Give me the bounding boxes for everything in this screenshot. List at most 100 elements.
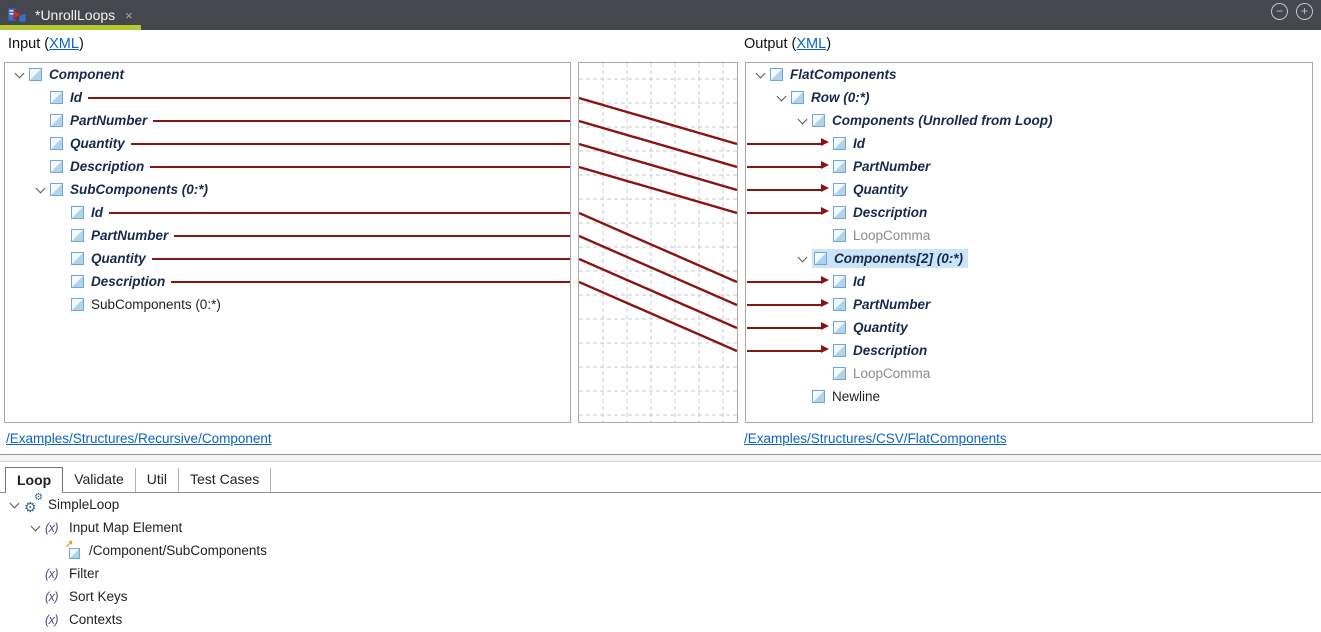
- tree-node-label: Quantity: [91, 251, 146, 266]
- horizontal-splitter[interactable]: [0, 454, 1321, 462]
- chevron-down-icon[interactable]: [36, 183, 46, 193]
- input-tree-node-id[interactable]: Id: [5, 201, 570, 224]
- output-tree-node-partnumber[interactable]: PartNumber: [746, 155, 1312, 178]
- mapping-line-stub: [153, 120, 570, 122]
- tab-validate[interactable]: Validate: [63, 468, 136, 492]
- output-tree-node-id[interactable]: Id: [746, 270, 1312, 293]
- expander-slot: [55, 297, 71, 313]
- expander-slot: [8, 497, 24, 513]
- loop-tree-node-simpleloop[interactable]: ⚙⚙SimpleLoop: [0, 493, 1321, 516]
- window-controls: − +: [1271, 3, 1313, 20]
- tree-node-label: Row (0:*): [811, 90, 870, 105]
- element-icon: [812, 390, 825, 403]
- loop-tree-node-filter[interactable]: (x)Filter: [0, 562, 1321, 585]
- mapping-line-stub: [171, 281, 570, 283]
- tab-test-cases[interactable]: Test Cases: [179, 468, 271, 492]
- output-tree-node-id[interactable]: Id: [746, 132, 1312, 155]
- mapping-arrowhead-icon: [821, 345, 829, 353]
- loop-tree-node-sort-keys[interactable]: (x)Sort Keys: [0, 585, 1321, 608]
- input-tree-node-component[interactable]: Component: [5, 63, 570, 86]
- element-icon: [812, 114, 825, 127]
- input-header-text: Input (: [8, 36, 49, 52]
- input-tree-node-subcomponents-0[interactable]: SubComponents (0:*): [5, 178, 570, 201]
- output-tree-node-row-0[interactable]: Row (0:*): [746, 86, 1312, 109]
- tab-close-icon[interactable]: ×: [125, 8, 133, 23]
- expander-slot: [29, 520, 45, 536]
- output-tree-node-components-2-0[interactable]: Components[2] (0:*): [746, 247, 1312, 270]
- element-icon: [833, 206, 846, 219]
- tree-node-label: Sort Keys: [69, 589, 128, 604]
- zoom-in-button[interactable]: +: [1296, 3, 1313, 20]
- tree-node-label: Description: [853, 205, 927, 220]
- expander-slot: [55, 228, 71, 244]
- tree-node-label: Id: [853, 136, 865, 151]
- mapping-arrow-line: [747, 212, 822, 214]
- output-tree-node-loopcomma[interactable]: LoopComma: [746, 224, 1312, 247]
- tree-node-label: /Component/SubComponents: [89, 543, 267, 558]
- chevron-down-icon[interactable]: [31, 521, 41, 531]
- expander-slot: [754, 67, 770, 83]
- output-tree-node-loopcomma[interactable]: LoopComma: [746, 362, 1312, 385]
- element-icon: [833, 137, 846, 150]
- expander-slot: [50, 543, 66, 559]
- chevron-down-icon[interactable]: [777, 91, 787, 101]
- mapping-canvas[interactable]: [579, 63, 737, 422]
- input-tree-node-id[interactable]: Id: [5, 86, 570, 109]
- tab-loop[interactable]: Loop: [5, 467, 63, 493]
- chevron-down-icon[interactable]: [798, 114, 808, 124]
- tree-node-label: SubComponents (0:*): [91, 297, 221, 312]
- tree-node-label: Filter: [69, 566, 99, 581]
- loop-tree-node-input-map-element[interactable]: (x) Input Map Element: [0, 516, 1321, 539]
- tab-util[interactable]: Util: [136, 468, 179, 492]
- zoom-out-button[interactable]: −: [1271, 3, 1288, 20]
- input-tree-node-subcomponents-0[interactable]: SubComponents (0:*): [5, 293, 570, 316]
- output-structure-path-link[interactable]: /Examples/Structures/CSV/FlatComponents: [744, 431, 1007, 446]
- expander-slot: [34, 90, 50, 106]
- output-tree-panel: FlatComponents Row (0:*) Components (Unrol…: [745, 62, 1313, 423]
- tree-node-label: SimpleLoop: [48, 497, 119, 512]
- output-tree-node-description[interactable]: Description: [746, 201, 1312, 224]
- output-tree-node-components-unrolled-from-loop[interactable]: Components (Unrolled from Loop): [746, 109, 1312, 132]
- loop-tree-node-contexts[interactable]: (x)Contexts: [0, 608, 1321, 631]
- fx-icon: (x): [45, 521, 65, 535]
- output-tree-node-quantity[interactable]: Quantity: [746, 178, 1312, 201]
- element-icon: [50, 137, 63, 150]
- mapping-canvas-panel: [578, 62, 738, 423]
- active-tab-accent: [0, 25, 141, 30]
- input-tree-node-description[interactable]: Description: [5, 270, 570, 293]
- input-tree-node-description[interactable]: Description: [5, 155, 570, 178]
- expander-slot: [29, 589, 45, 605]
- tree-node-label: PartNumber: [853, 159, 930, 174]
- output-tree-node-flatcomponents[interactable]: FlatComponents: [746, 63, 1312, 86]
- input-tree-node-partnumber[interactable]: PartNumber: [5, 224, 570, 247]
- output-tree-node-quantity[interactable]: Quantity: [746, 316, 1312, 339]
- input-xml-link[interactable]: XML: [49, 36, 79, 52]
- mapping-arrow-line: [747, 304, 822, 306]
- tab-title: *UnrollLoops: [35, 7, 115, 23]
- loop-detail-tree: ⚙⚙SimpleLoop (x) Input Map Element ↗/Compon…: [0, 493, 1321, 631]
- output-tree-node-partnumber[interactable]: PartNumber: [746, 293, 1312, 316]
- mapping-line-stub: [152, 258, 570, 260]
- output-tree-node-newline[interactable]: Newline: [746, 385, 1312, 408]
- tree-node-label: Input Map Element: [69, 520, 182, 535]
- tree-node-label: Id: [91, 205, 103, 220]
- element-icon: [791, 91, 804, 104]
- loop-tree-node-component-subcomponents[interactable]: ↗/Component/SubComponents: [0, 539, 1321, 562]
- input-tree-node-quantity[interactable]: Quantity: [5, 132, 570, 155]
- chevron-down-icon[interactable]: [15, 68, 25, 78]
- chevron-down-icon[interactable]: [10, 498, 20, 508]
- output-tree-node-description[interactable]: Description: [746, 339, 1312, 362]
- input-tree-node-quantity[interactable]: Quantity: [5, 247, 570, 270]
- output-header-close-paren: ): [826, 36, 831, 52]
- mapping-arrow-line: [747, 189, 822, 191]
- tree-node-label: FlatComponents: [790, 67, 897, 82]
- mapper-document-icon: [7, 5, 27, 25]
- chevron-down-icon[interactable]: [798, 252, 808, 262]
- input-structure-path-link[interactable]: /Examples/Structures/Recursive/Component: [6, 431, 272, 446]
- expander-slot: [817, 228, 833, 244]
- tree-node-label: Quantity: [853, 320, 908, 335]
- output-xml-link[interactable]: XML: [796, 36, 826, 52]
- chevron-down-icon[interactable]: [756, 68, 766, 78]
- element-icon: [71, 298, 84, 311]
- input-tree-node-partnumber[interactable]: PartNumber: [5, 109, 570, 132]
